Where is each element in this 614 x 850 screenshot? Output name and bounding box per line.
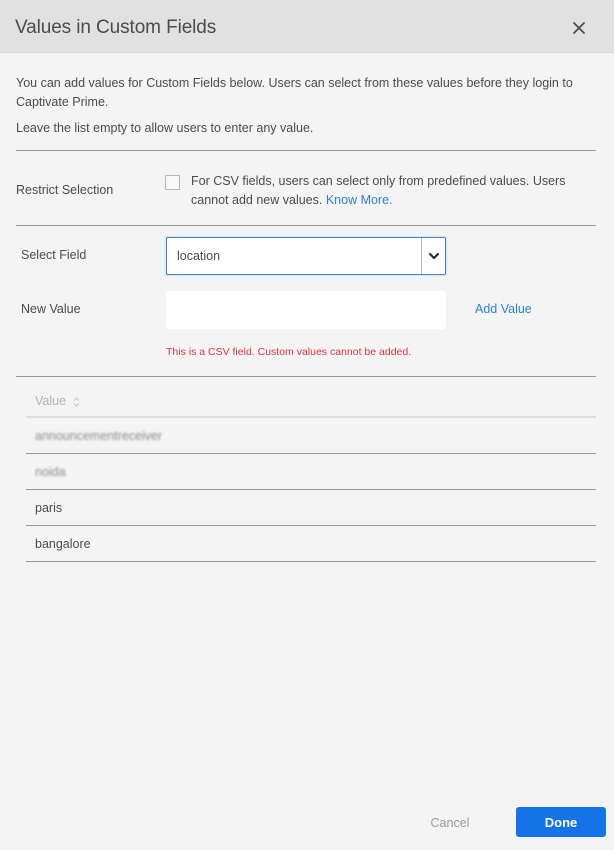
close-button[interactable] (570, 19, 588, 37)
restrict-selection-label: Restrict Selection (16, 183, 114, 197)
table-row[interactable]: bangalore (26, 526, 596, 562)
table-header: Value (26, 382, 596, 418)
restrict-selection-description: For CSV fields, users can select only fr… (191, 172, 591, 210)
divider (16, 376, 596, 377)
table-row[interactable]: paris (26, 490, 596, 526)
know-more-link[interactable]: Know More. (326, 193, 393, 207)
table-row[interactable]: noida (26, 454, 596, 490)
close-icon (573, 22, 585, 34)
row-value: noida (35, 465, 66, 479)
row-value: announcementreceiver (35, 429, 163, 443)
divider (16, 150, 596, 151)
value-column-header[interactable]: Value (35, 394, 80, 408)
row-value: bangalore (35, 537, 91, 551)
intro-text: You can add values for Custom Fields bel… (16, 76, 573, 109)
sort-icon (73, 396, 79, 407)
dialog-title: Values in Custom Fields (15, 17, 217, 38)
row-value: paris (35, 501, 63, 515)
csv-error-message: This is a CSV field. Custom values canno… (166, 346, 412, 358)
divider (16, 225, 596, 226)
dialog-header: Values in Custom Fields (0, 0, 614, 53)
select-field-value: location (177, 249, 221, 263)
done-button[interactable]: Done (516, 807, 606, 837)
restrict-selection-checkbox[interactable] (165, 175, 180, 190)
select-divider (421, 238, 422, 274)
select-field-label: Select Field (21, 248, 87, 262)
table-row[interactable]: announcementreceiver (26, 418, 596, 454)
add-value-button[interactable]: Add Value (475, 302, 532, 316)
new-value-input[interactable] (166, 291, 446, 329)
value-column-label: Value (35, 394, 67, 408)
chevron-down-icon (429, 253, 439, 259)
select-field-dropdown[interactable]: location (166, 237, 446, 275)
cancel-button[interactable]: Cancel (420, 808, 480, 837)
new-value-label: New Value (21, 302, 81, 316)
values-table: Value announcementreceiver noida paris b… (26, 382, 596, 562)
intro-hint: Leave the list empty to allow users to e… (16, 121, 314, 135)
